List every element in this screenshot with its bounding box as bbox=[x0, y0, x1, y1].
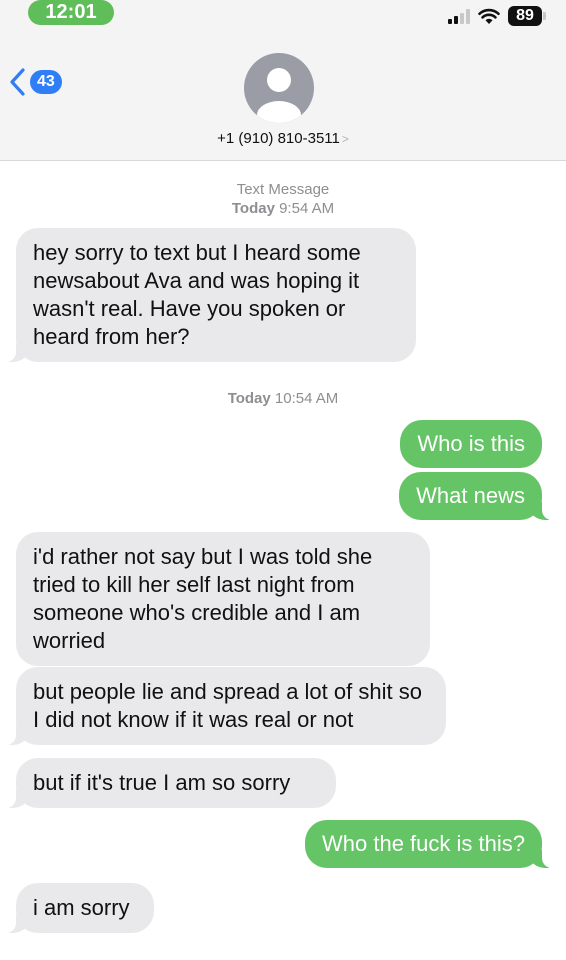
wifi-icon bbox=[478, 8, 500, 24]
timestamp-header-2: Today 10:54 AM bbox=[227, 390, 339, 407]
message-bubble-incoming[interactable]: i'd rather not say but I was told she tr… bbox=[16, 532, 430, 666]
message-bubble-incoming[interactable]: hey sorry to text but I heard some newsa… bbox=[6, 228, 416, 362]
message-bubble-outgoing[interactable]: Who is this bbox=[400, 420, 542, 468]
message-bubble-outgoing[interactable]: Who the fuck is this? bbox=[305, 820, 552, 868]
contact-number: +1 (910) 810-3511 bbox=[217, 130, 340, 147]
unread-count-badge: 43 bbox=[30, 70, 62, 94]
status-icons: 89 bbox=[448, 5, 546, 27]
message-bubble-outgoing[interactable]: What news bbox=[399, 472, 552, 520]
avatar-icon[interactable] bbox=[244, 53, 314, 123]
status-time: 12:01 bbox=[28, 0, 114, 25]
message-bubble-incoming[interactable]: i am sorry bbox=[6, 883, 154, 933]
back-button[interactable]: 43 bbox=[8, 67, 62, 97]
signal-icon bbox=[448, 8, 470, 24]
timestamp: Today 9:54 AM bbox=[231, 200, 335, 217]
contact-name[interactable]: +1 (910) 810-3511 > bbox=[0, 130, 566, 147]
conversation-header: 12:01 89 43 +1 (910) 810-3511 > bbox=[0, 0, 566, 161]
timestamp-header-1: Text Message Today 9:54 AM bbox=[0, 180, 566, 218]
contact-chevron-icon: > bbox=[341, 132, 349, 146]
service-label: Text Message bbox=[236, 181, 330, 198]
back-chevron-icon bbox=[10, 68, 25, 96]
battery-icon: 89 bbox=[508, 6, 546, 26]
message-bubble-incoming[interactable]: but people lie and spread a lot of shit … bbox=[6, 667, 446, 745]
message-bubble-incoming[interactable]: but if it's true I am so sorry bbox=[6, 758, 336, 808]
